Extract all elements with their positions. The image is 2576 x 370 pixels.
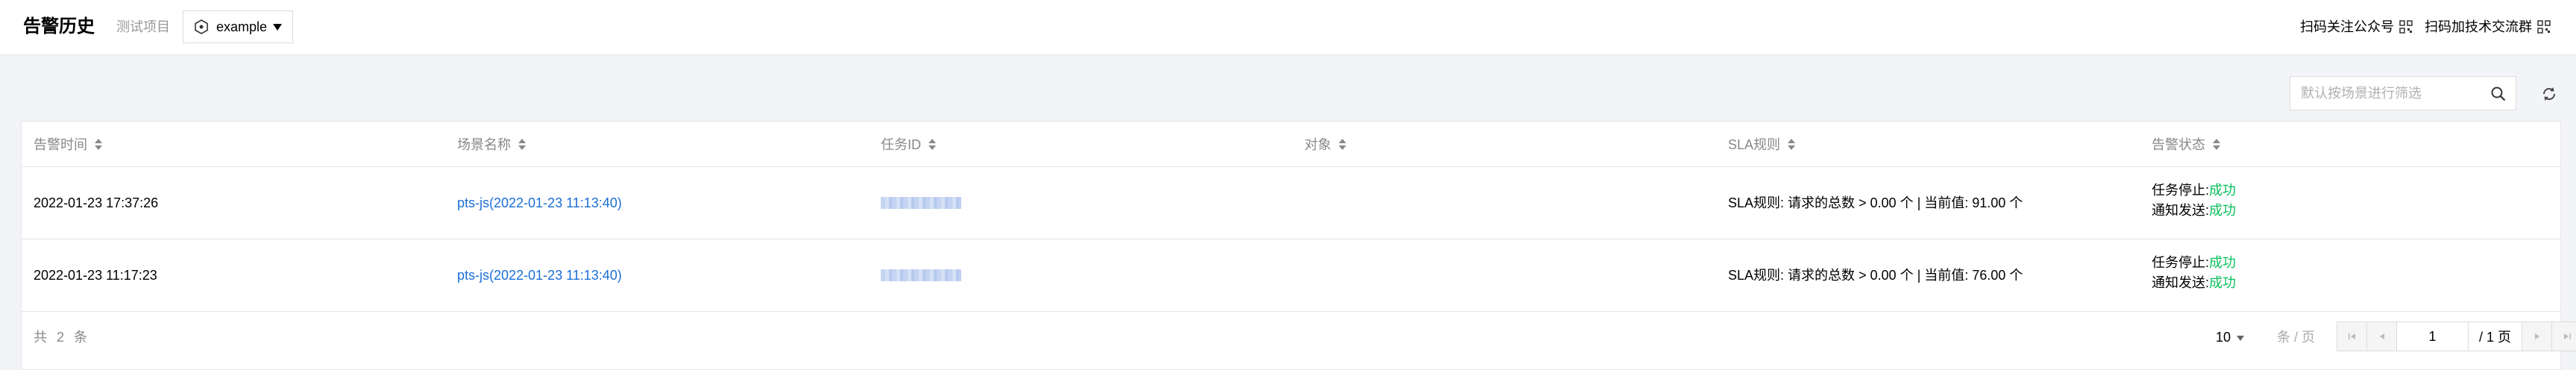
status-value: 成功 <box>2209 183 2237 198</box>
pagination: / 1 页 <box>2337 322 2576 351</box>
page-size-value: 10 <box>2216 330 2231 345</box>
alert-time: 2022-01-23 11:17:23 <box>34 268 157 283</box>
sort-icon <box>2213 139 2220 151</box>
sort-icon <box>1788 139 1796 151</box>
column-header-scenario-name[interactable]: 场景名称 <box>457 137 526 153</box>
scenario-link[interactable]: pts-js(2022-01-23 11:13:40) <box>457 195 622 210</box>
status-label: 通知发送: <box>2152 203 2210 218</box>
follow-official-account-label: 扫码关注公众号 <box>2300 19 2394 34</box>
total-count: 共 2 条 <box>34 330 91 345</box>
next-page-icon <box>2534 333 2539 339</box>
sort-icon <box>929 139 936 151</box>
status-label: 任务停止: <box>2152 255 2210 270</box>
status-line: 任务停止:成功 <box>2152 253 2236 273</box>
status-label: 任务停止: <box>2152 183 2210 198</box>
scenario-link-cell: pts-js(2022-01-23 11:13:40) <box>457 193 622 213</box>
project-selector-value: example <box>216 19 268 34</box>
scenario-link-cell: pts-js(2022-01-23 11:13:40) <box>457 266 622 285</box>
prev-page-button[interactable] <box>2367 322 2397 351</box>
alert-time: 2022-01-23 17:37:26 <box>34 195 159 210</box>
task-id-redacted <box>881 269 961 281</box>
column-header-alert-time[interactable]: 告警时间 <box>34 137 102 153</box>
column-label: 告警状态 <box>2152 137 2205 152</box>
project-hexagon-icon <box>195 19 208 34</box>
first-page-button[interactable] <box>2337 322 2367 351</box>
qr-code-icon <box>2537 20 2551 34</box>
sla-rule: SLA规则: 请求的总数 > 0.00 个 | 当前值: 91.00 个 <box>1728 195 2023 210</box>
scenario-filter-box <box>2290 76 2516 110</box>
join-tech-group-link[interactable]: 扫码加技术交流群 <box>2425 18 2551 36</box>
alert-status: 任务停止:成功 通知发送:成功 <box>2152 253 2236 293</box>
alert-status: 任务停止:成功 通知发送:成功 <box>2152 181 2236 221</box>
next-page-button[interactable] <box>2522 322 2552 351</box>
sort-icon <box>1339 139 1346 151</box>
column-label: SLA规则 <box>1728 137 1781 152</box>
qr-code-icon <box>2399 20 2413 34</box>
column-label: 对象 <box>1304 137 1331 152</box>
status-label: 通知发送: <box>2152 275 2210 290</box>
column-label: 任务ID <box>881 137 921 152</box>
last-page-icon <box>2564 333 2571 339</box>
table-header: 告警时间 场景名称 任务ID 对象 SLA规则 告警状态 <box>22 122 2560 167</box>
column-header-sla-rule[interactable]: SLA规则 <box>1728 137 1796 153</box>
search-icon[interactable] <box>2490 86 2507 102</box>
prev-page-icon <box>2379 333 2384 339</box>
task-id-redacted <box>881 197 961 209</box>
top-header: 告警历史 测试项目 example 扫码关注公众号 扫码加技术交流群 <box>0 0 2576 55</box>
first-page-icon <box>2348 333 2355 339</box>
page-size-select[interactable]: 10 <box>2216 328 2245 346</box>
column-label: 告警时间 <box>34 137 87 152</box>
column-header-object[interactable]: 对象 <box>1304 137 1346 153</box>
column-label: 场景名称 <box>457 137 511 152</box>
table-row: 2022-01-23 11:17:23 pts-js(2022-01-23 11… <box>22 239 2560 312</box>
scenario-link[interactable]: pts-js(2022-01-23 11:13:40) <box>457 268 622 283</box>
page-number-input[interactable] <box>2397 322 2469 351</box>
sort-icon <box>518 139 526 151</box>
sla-rule: SLA规则: 请求的总数 > 0.00 个 | 当前值: 76.00 个 <box>1728 268 2023 283</box>
column-header-alert-status[interactable]: 告警状态 <box>2152 137 2220 153</box>
column-header-task-id[interactable]: 任务ID <box>881 137 936 153</box>
table-row: 2022-01-23 17:37:26 pts-js(2022-01-23 11… <box>22 167 2560 239</box>
join-tech-group-label: 扫码加技术交流群 <box>2425 19 2532 34</box>
follow-official-account-link[interactable]: 扫码关注公众号 <box>2300 18 2413 36</box>
status-value: 成功 <box>2209 255 2237 270</box>
status-value: 成功 <box>2209 203 2237 218</box>
scenario-filter-input[interactable] <box>2301 85 2480 101</box>
total-pages: / 1 页 <box>2469 322 2522 351</box>
caret-down-icon <box>273 24 282 31</box>
status-line: 通知发送:成功 <box>2152 201 2236 221</box>
sort-icon <box>95 139 102 151</box>
project-label: 测试项目 <box>116 19 170 34</box>
status-line: 通知发送:成功 <box>2152 273 2236 293</box>
per-page-label: 条 / 页 <box>2277 330 2316 345</box>
alert-history-table: 告警时间 场景名称 任务ID 对象 SLA规则 告警状态 2022-01-23 … <box>21 121 2576 370</box>
status-line: 任务停止:成功 <box>2152 181 2236 201</box>
last-page-button[interactable] <box>2552 322 2576 351</box>
status-value: 成功 <box>2209 275 2237 290</box>
refresh-icon[interactable] <box>2540 85 2558 103</box>
caret-down-icon <box>2237 335 2245 341</box>
project-selector[interactable]: example <box>183 10 293 43</box>
page-title: 告警历史 <box>23 16 95 37</box>
